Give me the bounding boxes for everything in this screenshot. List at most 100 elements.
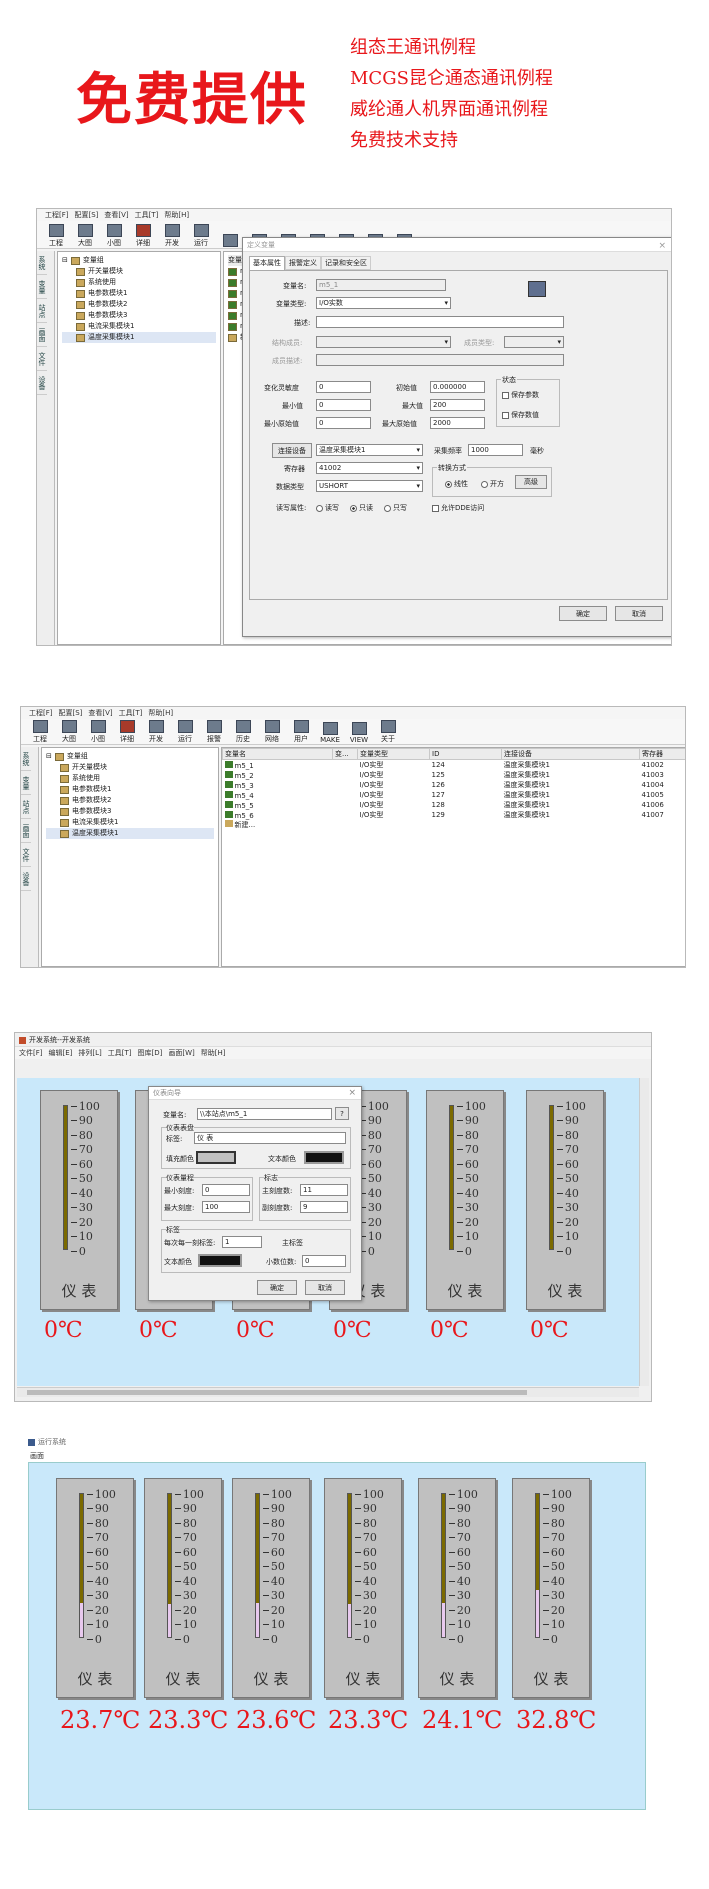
menu-view[interactable]: 查看[V] bbox=[88, 708, 112, 718]
side-tab[interactable]: 变量 bbox=[37, 275, 47, 299]
network-button[interactable]: 网络 bbox=[259, 720, 285, 744]
scan-field[interactable]: 1000 bbox=[468, 444, 523, 456]
thermometer-gauge[interactable]: 1009080706050403020100仪 表 bbox=[512, 1478, 590, 1698]
vertical-scrollbar[interactable] bbox=[639, 1078, 649, 1386]
minor-field[interactable]: 9 bbox=[300, 1201, 348, 1213]
table-row[interactable]: m5_3 I/O实型 126 温度采集模块1 41004 bbox=[223, 780, 686, 790]
thermometer-gauge[interactable]: 1009080706050403020100仪 表 bbox=[40, 1090, 118, 1310]
tree-item[interactable]: 电参数模块2 bbox=[46, 795, 214, 806]
main-label-checkbox[interactable]: 主标签 bbox=[282, 1238, 303, 1248]
side-tab[interactable]: 站点 bbox=[37, 299, 47, 323]
view-button[interactable]: VIEW bbox=[346, 722, 372, 744]
large-icons-button[interactable]: 大图 bbox=[72, 224, 98, 248]
menu-view[interactable]: 查看[V] bbox=[104, 210, 128, 220]
read-write-radio[interactable]: 读写 bbox=[316, 503, 339, 513]
side-tab[interactable]: 文件 bbox=[37, 347, 47, 371]
tree-item[interactable]: 温度采集模块1 bbox=[62, 332, 216, 343]
run-button[interactable]: 运行 bbox=[172, 720, 198, 744]
table-row[interactable]: m5_5 I/O实型 128 温度采集模块1 41006 bbox=[223, 800, 686, 810]
tree-item[interactable]: 电流采集模块1 bbox=[46, 817, 214, 828]
ok-button[interactable]: 确定 bbox=[257, 1280, 297, 1295]
thermometer-gauge[interactable]: 1009080706050403020100仪 表 bbox=[232, 1478, 310, 1698]
tab-basic[interactable]: 基本属性 bbox=[249, 256, 285, 270]
save-value-checkbox[interactable]: 保存数值 bbox=[502, 410, 539, 420]
tag-every-field[interactable]: 1 bbox=[222, 1236, 262, 1248]
menu-arrange[interactable]: 排列[L] bbox=[78, 1048, 101, 1058]
linear-radio[interactable]: 线性 bbox=[445, 479, 468, 489]
close-icon[interactable]: × bbox=[348, 1087, 356, 1100]
table-row[interactable]: m5_6 I/O实型 129 温度采集模块1 41007 bbox=[223, 810, 686, 820]
details-button[interactable]: 详细 bbox=[114, 720, 140, 744]
menu-config[interactable]: 配置[S] bbox=[59, 708, 83, 718]
name-field[interactable]: m5_1 bbox=[316, 279, 446, 291]
tree-item[interactable]: 电参数模块3 bbox=[46, 806, 214, 817]
side-tab[interactable]: 系统 bbox=[37, 251, 47, 275]
cancel-button[interactable]: 取消 bbox=[305, 1280, 345, 1295]
thermometer-gauge[interactable]: 1009080706050403020100仪 表 bbox=[418, 1478, 496, 1698]
side-tab[interactable]: 文件 bbox=[21, 843, 31, 867]
side-tab[interactable]: 设备 bbox=[21, 867, 31, 891]
side-tab[interactable]: 系统 bbox=[21, 747, 31, 771]
thermometer-gauge[interactable]: 1009080706050403020100仪 表 bbox=[324, 1478, 402, 1698]
tree-item[interactable]: 电参数模块3 bbox=[62, 310, 216, 321]
col-header[interactable]: 变... bbox=[332, 748, 358, 760]
decimal-field[interactable]: 0 bbox=[302, 1255, 346, 1267]
tree-item[interactable]: 开关量模块 bbox=[62, 266, 216, 277]
run-button[interactable]: 运行 bbox=[188, 224, 214, 248]
col-header[interactable]: 变量名 bbox=[222, 748, 333, 760]
menu-project[interactable]: 工程[F] bbox=[45, 210, 69, 220]
data-type-select[interactable]: USHORT ▾ bbox=[316, 480, 423, 492]
large-icons-button[interactable]: 大图 bbox=[56, 720, 82, 744]
text-color-swatch[interactable] bbox=[304, 1151, 344, 1164]
table-row[interactable]: 新建... bbox=[223, 820, 686, 830]
tree-item[interactable]: 系统使用 bbox=[46, 773, 214, 784]
side-tab[interactable]: 站点 bbox=[21, 795, 31, 819]
tree-item[interactable]: 电参数模块1 bbox=[62, 288, 216, 299]
reg-select[interactable]: 41002 ▾ bbox=[316, 462, 423, 474]
table-row[interactable]: m5_2 I/O实型 125 温度采集模块1 41003 bbox=[223, 770, 686, 780]
tree-item[interactable]: 电参数模块2 bbox=[62, 299, 216, 310]
type-select[interactable]: I/O实数 ▾ bbox=[316, 297, 451, 309]
user-button[interactable]: 用户 bbox=[288, 720, 314, 744]
scroll-thumb[interactable] bbox=[27, 1390, 527, 1395]
details-button[interactable]: 详细 bbox=[130, 224, 156, 248]
side-tab[interactable]: 设备 bbox=[37, 371, 47, 395]
change-sens-field[interactable]: 0 bbox=[316, 381, 371, 393]
text-color2-swatch[interactable] bbox=[198, 1254, 242, 1267]
member-desc-field[interactable] bbox=[316, 354, 564, 366]
tree-item[interactable]: 电参数模块1 bbox=[46, 784, 214, 795]
max-field[interactable]: 200 bbox=[430, 399, 485, 411]
thermometer-gauge[interactable]: 1009080706050403020100仪 表 bbox=[56, 1478, 134, 1698]
col-header[interactable]: 变量类型 bbox=[357, 748, 430, 760]
cancel-button[interactable]: 取消 bbox=[615, 606, 663, 621]
project-button[interactable]: 工程 bbox=[43, 224, 69, 248]
connect-device-button[interactable]: 连接设备 bbox=[272, 443, 312, 458]
history-button[interactable]: 历史 bbox=[230, 720, 256, 744]
alarm-button[interactable]: 报警 bbox=[201, 720, 227, 744]
menu-config[interactable]: 配置[S] bbox=[75, 210, 99, 220]
min-raw-field[interactable]: 0 bbox=[316, 417, 371, 429]
write-only-radio[interactable]: 只写 bbox=[384, 503, 407, 513]
thermometer-gauge[interactable]: 1009080706050403020100仪 表 bbox=[144, 1478, 222, 1698]
runtime-menu[interactable]: 画面 bbox=[30, 1451, 44, 1461]
table-row[interactable]: m5_1 I/O实型 124 温度采集模块1 41002 bbox=[223, 760, 686, 771]
table-row[interactable]: m5_4 I/O实型 127 温度采集模块1 41005 bbox=[223, 790, 686, 800]
small-icons-button[interactable]: 小图 bbox=[101, 224, 127, 248]
max-raw-field[interactable]: 2000 bbox=[430, 417, 485, 429]
device-select[interactable]: 温度采集模块1 ▾ bbox=[316, 444, 423, 456]
fill-color-swatch[interactable] bbox=[196, 1151, 236, 1164]
menu-tools[interactable]: 工具[T] bbox=[119, 708, 143, 718]
menu-file[interactable]: 文件[F] bbox=[19, 1048, 43, 1058]
thermometer-gauge[interactable]: 1009080706050403020100仪 表 bbox=[526, 1090, 604, 1310]
menu-help[interactable]: 帮助[H] bbox=[201, 1048, 226, 1058]
ok-button[interactable]: 确定 bbox=[559, 606, 607, 621]
side-tab[interactable]: 画面 bbox=[37, 323, 47, 347]
tree-item[interactable]: 温度采集模块1 bbox=[46, 828, 214, 839]
small-icons-button[interactable]: 小图 bbox=[85, 720, 111, 744]
side-tab[interactable]: 变量 bbox=[21, 771, 31, 795]
project-button[interactable]: 工程 bbox=[27, 720, 53, 744]
menu-tools[interactable]: 工具[T] bbox=[135, 210, 159, 220]
max-scale-field[interactable]: 100 bbox=[202, 1201, 250, 1213]
tree-item[interactable]: 电流采集模块1 bbox=[62, 321, 216, 332]
menu-library[interactable]: 图库[D] bbox=[138, 1048, 163, 1058]
